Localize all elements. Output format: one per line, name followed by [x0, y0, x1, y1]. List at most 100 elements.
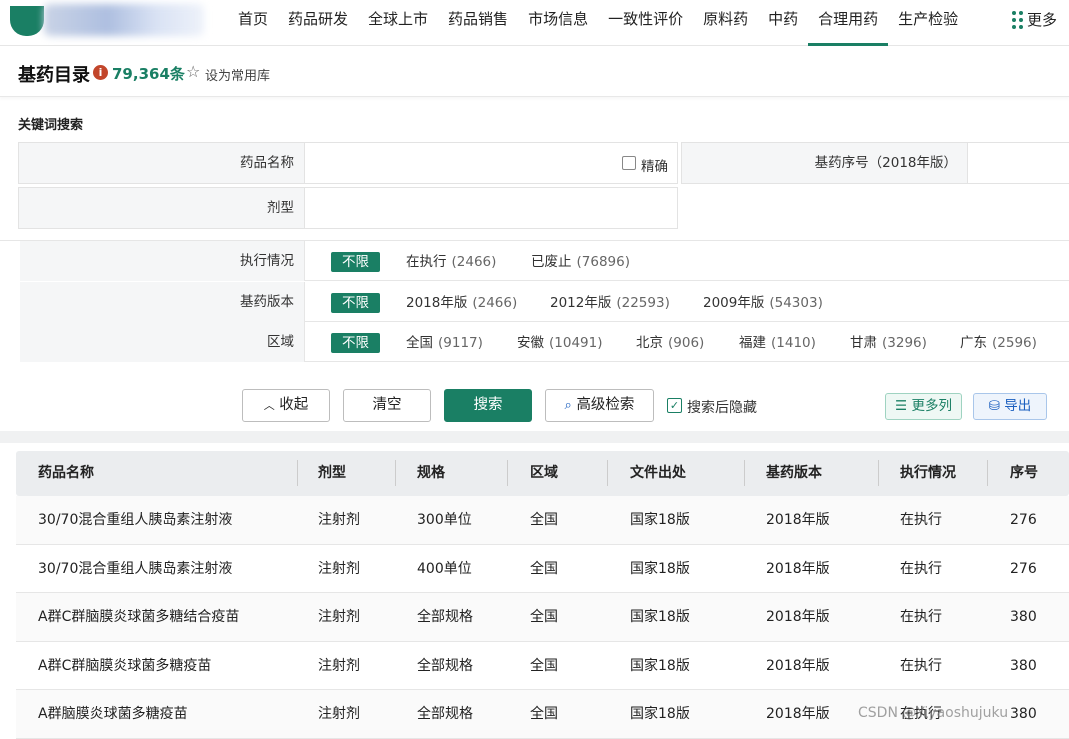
drug-name-input[interactable]: [306, 143, 606, 183]
table-cell: 全国: [530, 512, 558, 528]
column-separator[interactable]: [744, 460, 745, 486]
more-menu-button[interactable]: 更多: [1012, 0, 1057, 40]
filter-option[interactable]: 在执行 (2466): [406, 252, 496, 272]
column-header[interactable]: 文件出处: [630, 451, 686, 496]
column-header[interactable]: 规格: [417, 451, 445, 496]
filter-option[interactable]: 甘肃 (3296): [850, 333, 927, 353]
column-header[interactable]: 执行情况: [900, 451, 956, 496]
dosage-row: 剂型: [18, 187, 678, 229]
edl-number-input[interactable]: [969, 143, 1069, 183]
nav-item[interactable]: 药品研发: [278, 0, 358, 40]
search-button[interactable]: 搜索: [444, 389, 532, 422]
title-bar: 基药目录 i 79,364条 ☆ 设为常用库: [0, 47, 1069, 97]
column-separator[interactable]: [987, 460, 988, 486]
table-row[interactable]: 30/70混合重组人胰岛素注射液 注射剂 400单位 全国 国家18版 2018年版 在执行…: [16, 545, 1069, 593]
advanced-search-label: 高级检索: [576, 397, 635, 413]
filter-option[interactable]: 已废止 (76896): [531, 252, 630, 272]
column-separator[interactable]: [297, 460, 298, 486]
table-cell: 276: [1010, 512, 1037, 528]
filter-row: 执行情况 不限 在执行 (2466) 已废止 (76896): [20, 241, 1069, 281]
table-cell: A群C群脑膜炎球菌多糖结合疫苗: [38, 609, 240, 625]
table-cell: 全部规格: [417, 706, 473, 722]
advanced-search-icon: ⌕: [564, 398, 572, 413]
nav-item[interactable]: 合理用药: [808, 0, 889, 46]
filter-option-count: (3296): [882, 335, 927, 351]
dosage-input[interactable]: [306, 188, 676, 228]
nav-item[interactable]: 中药: [758, 0, 808, 40]
nav-item[interactable]: 市场信息: [518, 0, 598, 40]
table-cell: 全国: [530, 560, 558, 577]
filter-option[interactable]: 安徽 (10491): [517, 333, 602, 353]
table-row[interactable]: A群C群脑膜炎球菌多糖疫苗 注射剂 全部规格 全国 国家18版 2018年版 在执行 380: [16, 642, 1069, 690]
filter-option-count: (2466): [451, 254, 497, 270]
table-cell: 国家18版: [630, 609, 690, 625]
set-favorite-link[interactable]: 设为常用库: [205, 65, 270, 84]
column-header[interactable]: 基药版本: [766, 451, 822, 496]
nav-item[interactable]: 一致性评价: [598, 0, 693, 40]
edl-number-row: 基药序号（2018年版）: [681, 142, 1069, 184]
table-cell: 400单位: [417, 560, 472, 577]
filter-option-text: 甘肃: [850, 335, 877, 351]
table-cell: 注射剂: [318, 657, 360, 674]
filter-option[interactable]: 2009年版 (54303): [703, 293, 823, 313]
info-icon[interactable]: i: [93, 65, 108, 80]
nav-item[interactable]: 首页: [228, 0, 278, 40]
table-cell: 全部规格: [417, 657, 473, 674]
filter-option[interactable]: 不限: [331, 333, 380, 353]
filter-option-text: 广东: [960, 335, 987, 351]
top-nav: 首页 药品研发 全球上市 药品销售 市场信息 一致性评价 原料药 中药 合理用药 生产检验 更多: [0, 0, 1069, 46]
filter-option[interactable]: 广东 (2596): [960, 333, 1037, 353]
column-separator[interactable]: [507, 460, 508, 486]
advanced-search-button[interactable]: ⌕ 高级检索: [545, 389, 654, 422]
clear-label: 清空: [372, 397, 402, 413]
column-header[interactable]: 药品名称: [38, 451, 94, 496]
nav-item[interactable]: 全球上市: [358, 0, 438, 40]
table-cell: 国家18版: [630, 706, 690, 722]
filter-option[interactable]: 2012年版 (22593): [550, 293, 670, 313]
filter-label: 基药版本: [20, 281, 305, 322]
filter-option-count: (1410): [771, 335, 816, 351]
filter-option-count: (76896): [576, 254, 630, 270]
nav-item[interactable]: 药品销售: [438, 0, 518, 40]
column-separator[interactable]: [607, 460, 608, 486]
filter-option-count: (54303): [769, 294, 823, 311]
page-title: 基药目录: [18, 65, 90, 86]
clear-button[interactable]: 清空: [343, 389, 431, 422]
filter-option[interactable]: 不限: [331, 292, 380, 313]
nav-item[interactable]: 生产检验: [888, 0, 968, 40]
more-columns-button[interactable]: ☰ 更多列: [885, 393, 962, 420]
export-button[interactable]: ⛁ 导出: [973, 393, 1047, 420]
filter-option[interactable]: 北京 (906): [636, 333, 704, 353]
results-table: 药品名称 剂型 规格 区域 文件出处 基药版本 执行情况 序号 30/70混合重组人胰岛素注射…: [16, 451, 1069, 739]
star-icon[interactable]: ☆: [186, 62, 200, 81]
section-divider: [0, 431, 1069, 443]
column-header[interactable]: 剂型: [318, 451, 346, 496]
table-cell: 注射剂: [318, 560, 360, 577]
table-cell: 2018年版: [766, 706, 830, 722]
table-row[interactable]: 30/70混合重组人胰岛素注射液 注射剂 300单位 全国 国家18版 2018年版 在执行…: [16, 496, 1069, 545]
table-cell: 2018年版: [766, 609, 830, 625]
column-header[interactable]: 序号: [1010, 451, 1038, 496]
filter-row: 区域 不限 全国 (9117) 安徽 (10491) 北京 (906) 福建 (1410) 甘肃 (3…: [20, 322, 1069, 362]
filter-option-count: (9117): [438, 335, 483, 351]
table-row[interactable]: A群C群脑膜炎球菌多糖结合疫苗 注射剂 全部规格 全国 国家18版 2018年版 在执行 38…: [16, 593, 1069, 642]
collapse-button[interactable]: ︿ 收起: [242, 389, 330, 422]
column-separator[interactable]: [878, 460, 879, 486]
nav-item[interactable]: 原料药: [693, 0, 758, 40]
exact-match-checkbox[interactable]: [622, 156, 636, 170]
filter-option-count: (2466): [472, 294, 518, 311]
table-cell: 国家18版: [630, 560, 690, 577]
filter-option[interactable]: 全国 (9117): [406, 333, 483, 353]
column-separator[interactable]: [395, 460, 396, 486]
filter-option[interactable]: 不限: [331, 252, 380, 272]
column-header[interactable]: 区域: [530, 451, 558, 496]
site-logo[interactable]: [0, 0, 210, 40]
filter-option[interactable]: 2018年版 (2466): [406, 293, 517, 313]
filter-row: 基药版本 不限 2018年版 (2466) 2012年版 (22593) 2009年版 (54…: [20, 281, 1069, 322]
hide-after-search-checkbox[interactable]: ✓: [667, 398, 682, 413]
filter-option[interactable]: 福建 (1410): [739, 333, 816, 353]
filter-option-count: (906): [668, 335, 705, 351]
filter-panel: 执行情况 不限 在执行 (2466) 已废止 (76896) 基药版本 不限 2018年版 (24…: [0, 240, 1069, 362]
table-cell: 全国: [530, 657, 558, 674]
filter-option-text: 2009年版: [703, 294, 765, 311]
